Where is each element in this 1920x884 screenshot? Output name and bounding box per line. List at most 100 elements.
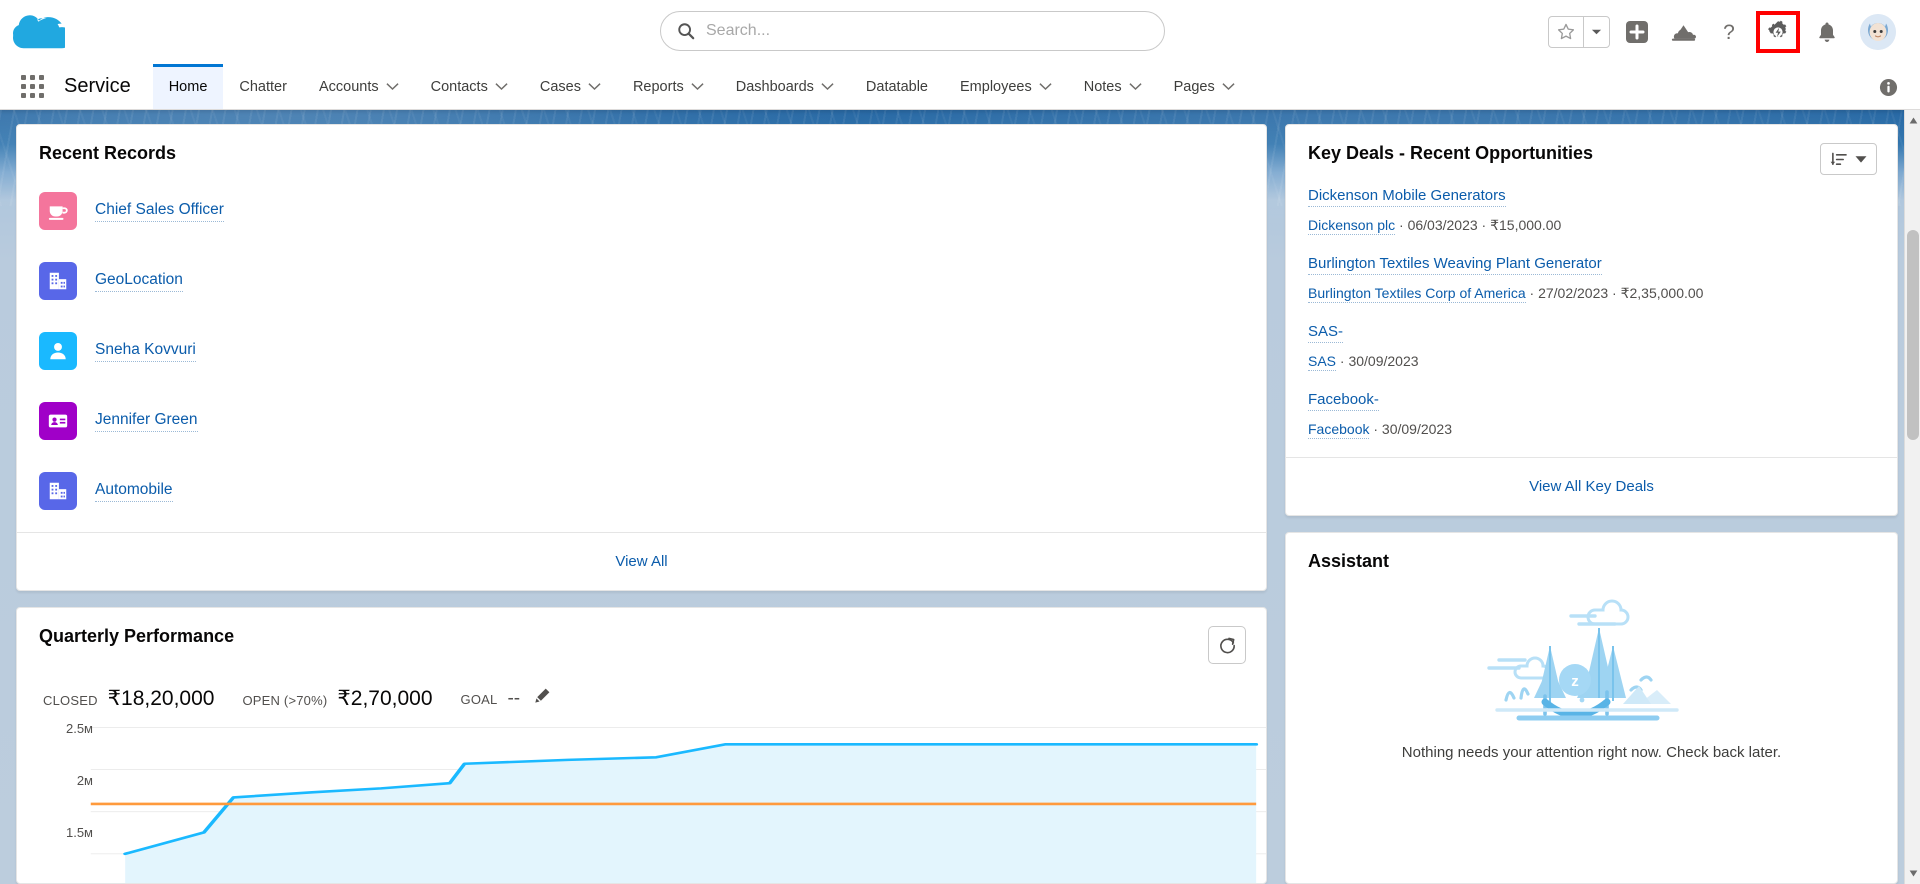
- svg-text:z: z: [1571, 673, 1579, 690]
- recent-record-link[interactable]: Sneha Kovvuri: [95, 341, 196, 362]
- nav-item-list: Home Chatter Accounts Contacts Cases Rep…: [152, 64, 1251, 109]
- nav-item-employees[interactable]: Employees: [944, 64, 1068, 109]
- favorites-control[interactable]: [1548, 16, 1610, 48]
- nav-item-label: Accounts: [318, 78, 379, 95]
- sort-descending-icon: [1830, 152, 1847, 165]
- home-grid: Recent Records Chief Sales Officer GeoLo…: [0, 110, 1920, 884]
- nav-item-label: Notes: [1083, 78, 1122, 95]
- salesforce-logo[interactable]: [0, 15, 78, 49]
- pencil-icon: [535, 688, 550, 703]
- key-deals-title: Key Deals - Recent Opportunities: [1308, 143, 1594, 163]
- list-item[interactable]: Automobile: [39, 456, 1244, 526]
- nav-item-label: Cases: [539, 78, 581, 95]
- left-column: Recent Records Chief Sales Officer GeoLo…: [16, 124, 1267, 884]
- opportunity-subline: Dickenson plc · 06/03/2023 · ₹15,000.00: [1308, 216, 1875, 235]
- nav-item-chatter[interactable]: Chatter: [223, 64, 303, 109]
- metric-label: GOAL: [460, 692, 498, 707]
- mobile-publisher-button[interactable]: [1664, 12, 1702, 52]
- metric-value: ₹18,20,000: [107, 687, 215, 710]
- nav-item-contacts[interactable]: Contacts: [415, 64, 524, 109]
- assistant-empty-state: z Nothing needs your attention right now…: [1286, 584, 1897, 883]
- vertical-scrollbar[interactable]: [1904, 110, 1920, 884]
- mountain-cloud-icon: [1671, 25, 1696, 41]
- global-search[interactable]: [660, 11, 1165, 51]
- nav-item-notes[interactable]: Notes: [1068, 64, 1158, 109]
- view-all-key-deals-link[interactable]: View All Key Deals: [1529, 478, 1654, 495]
- chevron-down-icon[interactable]: [1222, 82, 1235, 91]
- chevron-down-icon[interactable]: [386, 82, 399, 91]
- right-column: Key Deals - Recent Opportunities Dickens…: [1285, 124, 1898, 884]
- scroll-up-button[interactable]: [1905, 112, 1920, 129]
- app-name[interactable]: Service: [64, 64, 153, 109]
- chevron-down-icon[interactable]: [821, 82, 834, 91]
- chevron-down-icon[interactable]: [588, 82, 601, 91]
- home-page-body: Recent Records Chief Sales Officer GeoLo…: [0, 110, 1920, 884]
- opportunity-link[interactable]: SAS-: [1308, 323, 1344, 343]
- key-deals-header: Key Deals - Recent Opportunities: [1286, 125, 1897, 181]
- gear-setup-icon: [1765, 19, 1791, 45]
- scrollbar-thumb[interactable]: [1907, 230, 1919, 440]
- list-item[interactable]: GeoLocation: [39, 246, 1244, 316]
- star-icon: [1557, 23, 1575, 40]
- chevron-down-icon[interactable]: [495, 82, 508, 91]
- account-link[interactable]: Dickenson plc: [1308, 217, 1396, 235]
- assistant-card: Assistant z Nothing needs your attention…: [1285, 531, 1898, 884]
- account-link[interactable]: Facebook: [1308, 420, 1370, 439]
- nav-item-label: Chatter: [239, 78, 287, 95]
- app-launcher-button[interactable]: [0, 64, 64, 109]
- view-all-link[interactable]: View All: [615, 553, 667, 570]
- account-link[interactable]: SAS: [1308, 352, 1337, 371]
- help-question-icon: ?: [1723, 21, 1735, 44]
- chevron-down-icon[interactable]: [691, 82, 704, 91]
- scroll-down-button[interactable]: [1905, 865, 1920, 882]
- setup-button[interactable]: [1756, 11, 1800, 53]
- chevron-down-icon[interactable]: [1129, 82, 1142, 91]
- list-item: Burlington Textiles Weaving Plant Genera…: [1308, 255, 1875, 303]
- key-deals-list: Dickenson Mobile Generators Dickenson pl…: [1286, 181, 1897, 457]
- quarterly-performance-card: Quarterly Performance CLOSED ₹18,20,000: [16, 607, 1267, 884]
- opportunity-link[interactable]: Dickenson Mobile Generators: [1308, 187, 1506, 207]
- building-icon: [39, 262, 77, 300]
- recent-record-link[interactable]: GeoLocation: [95, 271, 183, 292]
- list-item[interactable]: Chief Sales Officer: [39, 176, 1244, 246]
- list-item: Dickenson Mobile Generators Dickenson pl…: [1308, 187, 1875, 235]
- page-info-button[interactable]: [1879, 64, 1898, 110]
- header-icon-group: ?: [1548, 0, 1896, 64]
- list-item[interactable]: Jennifer Green: [39, 386, 1244, 456]
- recent-record-link[interactable]: Chief Sales Officer: [95, 201, 224, 222]
- favorites-dropdown-button[interactable]: [1583, 17, 1609, 47]
- chevron-down-icon[interactable]: [1039, 82, 1052, 91]
- help-button[interactable]: ?: [1710, 12, 1748, 52]
- opportunity-link[interactable]: Burlington Textiles Weaving Plant Genera…: [1308, 255, 1602, 275]
- account-link[interactable]: Burlington Textiles Corp of America: [1308, 284, 1526, 303]
- nav-item-accounts[interactable]: Accounts: [303, 64, 415, 109]
- quarterly-performance-header: Quarterly Performance: [17, 608, 1266, 664]
- edit-goal-button[interactable]: [534, 687, 551, 704]
- recent-record-link[interactable]: Automobile: [95, 481, 173, 502]
- notifications-button[interactable]: [1808, 12, 1846, 52]
- recent-record-link[interactable]: Jennifer Green: [95, 411, 198, 432]
- nav-item-reports[interactable]: Reports: [617, 64, 720, 109]
- search-input[interactable]: [706, 22, 1148, 40]
- quarterly-performance-metrics: CLOSED ₹18,20,000 OPEN (>70%) ₹2,70,000 …: [17, 664, 1266, 721]
- key-deals-sort-button[interactable]: [1820, 143, 1877, 175]
- nav-item-pages[interactable]: Pages: [1158, 64, 1251, 109]
- nav-item-cases[interactable]: Cases: [524, 64, 617, 109]
- app-navigation-bar: Service Home Chatter Accounts Contacts C…: [0, 64, 1920, 110]
- list-item[interactable]: Sneha Kovvuri: [39, 316, 1244, 386]
- add-button[interactable]: [1618, 12, 1656, 52]
- plus-icon: [1626, 21, 1648, 43]
- svg-text:?: ?: [1723, 21, 1735, 44]
- recent-records-card: Recent Records Chief Sales Officer GeoLo…: [16, 124, 1267, 591]
- user-avatar[interactable]: [1860, 14, 1896, 50]
- nav-item-dashboards[interactable]: Dashboards: [720, 64, 850, 109]
- refresh-button[interactable]: [1208, 626, 1246, 664]
- nav-item-home[interactable]: Home: [152, 64, 224, 109]
- recent-records-footer: View All: [17, 532, 1266, 590]
- favorites-star-button[interactable]: [1549, 17, 1583, 47]
- opportunity-link[interactable]: Facebook-: [1308, 391, 1379, 411]
- metric-value: ₹2,70,000: [337, 687, 433, 710]
- search-box[interactable]: [660, 11, 1165, 51]
- nav-item-datatable[interactable]: Datatable: [850, 64, 944, 109]
- opportunity-meta: · 30/09/2023: [1369, 420, 1452, 437]
